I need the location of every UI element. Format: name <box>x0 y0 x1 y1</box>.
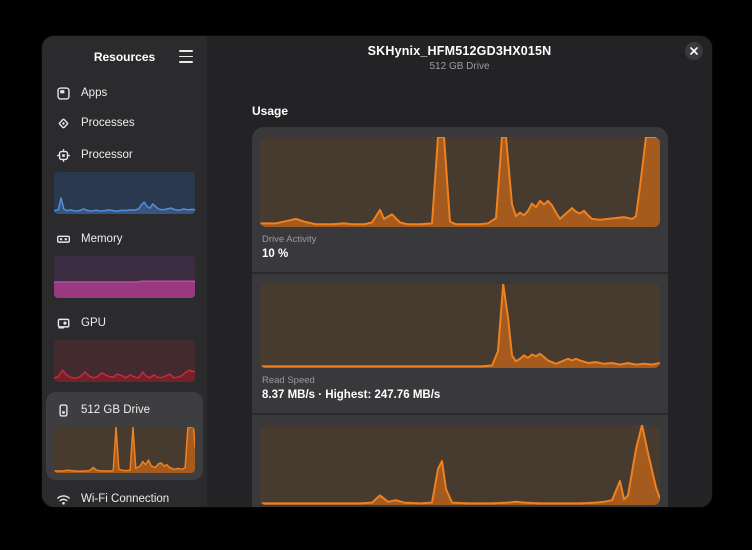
sidebar-group-wifi: Wi-Fi Connection <box>42 482 207 507</box>
gpu-icon <box>56 316 71 331</box>
sidebar-item-memory[interactable]: Memory <box>42 224 207 254</box>
read-speed-chart[interactable] <box>260 284 660 368</box>
close-icon <box>690 47 698 55</box>
menu-icon[interactable] <box>179 50 193 63</box>
drive-activity-label: Drive Activity <box>262 233 658 246</box>
sidebar-item-label: 512 GB Drive <box>81 404 150 416</box>
sidebar-item-wifi[interactable]: Wi-Fi Connection <box>42 484 207 507</box>
read-speed-row: Read Speed 8.37 MB/s · Highest: 247.76 M… <box>252 272 668 413</box>
processor-mini-chart[interactable] <box>54 172 195 214</box>
sidebar-group-drive-selected: 512 GB Drive <box>46 392 203 480</box>
processor-icon <box>56 148 71 163</box>
drive-header: SKHynix_HFM512GD3HX015N 512 GB Drive <box>207 36 712 72</box>
memory-icon <box>56 232 71 247</box>
sidebar-item-processor[interactable]: Processor <box>42 140 207 170</box>
drive-mini-chart[interactable] <box>54 427 195 473</box>
read-speed-value: 8.37 MB/s · Highest: 247.76 MB/s <box>262 387 658 404</box>
sidebar-item-label: Wi-Fi Connection <box>81 493 169 505</box>
drive-activity-value: 10 % <box>262 246 658 263</box>
read-speed-label: Read Speed <box>262 374 658 387</box>
sidebar: Resources Apps Processes <box>42 36 207 507</box>
usage-card: Drive Activity 10 % Read Speed 8.37 MB/s… <box>252 127 668 507</box>
sidebar-item-label: Processes <box>81 117 135 129</box>
sidebar-group-processor: Processor <box>42 138 207 222</box>
drive-activity-chart[interactable] <box>260 137 660 227</box>
processes-icon <box>56 116 71 131</box>
sidebar-item-drive[interactable]: 512 GB Drive <box>46 395 203 425</box>
write-speed-chart[interactable] <box>260 425 660 505</box>
sidebar-item-apps[interactable]: Apps <box>42 78 207 108</box>
app-title: Resources <box>94 50 155 64</box>
memory-mini-chart[interactable] <box>54 256 195 298</box>
sidebar-item-gpu[interactable]: GPU <box>42 308 207 338</box>
usage-section-title: Usage <box>252 104 712 118</box>
close-button[interactable] <box>685 42 703 60</box>
sidebar-item-processes[interactable]: Processes <box>42 108 207 138</box>
drive-activity-row: Drive Activity 10 % <box>252 137 668 272</box>
resources-app-window: Resources Apps Processes <box>42 36 712 507</box>
gpu-mini-chart[interactable] <box>54 340 195 382</box>
sidebar-item-label: GPU <box>81 317 106 329</box>
sidebar-item-label: Apps <box>81 87 107 99</box>
drive-subtitle: 512 GB Drive <box>207 61 712 72</box>
wifi-icon <box>56 492 71 507</box>
sidebar-header: Resources <box>42 42 207 72</box>
drive-icon <box>56 403 71 418</box>
sidebar-item-label: Processor <box>81 149 133 161</box>
drive-title: SKHynix_HFM512GD3HX015N <box>207 44 712 58</box>
sidebar-group-gpu: GPU <box>42 306 207 390</box>
apps-icon <box>56 86 71 101</box>
write-speed-row: Write Speed 0 B/s · Highest: 88.13 MB/s <box>252 413 668 507</box>
sidebar-item-label: Memory <box>81 233 123 245</box>
main-content: SKHynix_HFM512GD3HX015N 512 GB Drive Usa… <box>207 36 712 507</box>
sidebar-group-memory: Memory <box>42 222 207 306</box>
